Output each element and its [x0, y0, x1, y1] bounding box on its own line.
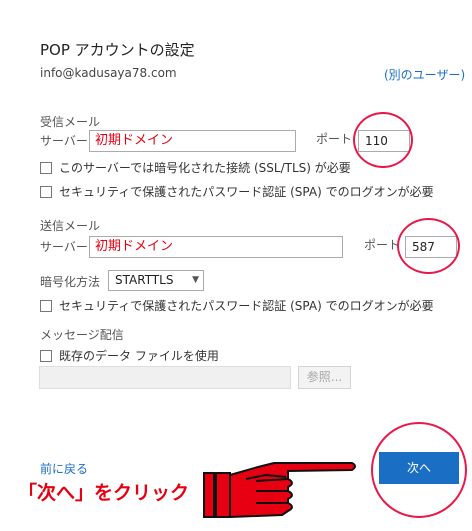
- outgoing-server-label: サーバー: [40, 240, 88, 254]
- outgoing-port-input[interactable]: 587: [405, 236, 457, 258]
- account-email: info@kadusaya78.com: [40, 66, 177, 80]
- incoming-server-input[interactable]: 初期ドメイン: [89, 130, 296, 152]
- incoming-port-label: ポート: [316, 132, 353, 146]
- incoming-server-label: サーバー: [40, 134, 88, 148]
- incoming-port-input[interactable]: 110: [358, 130, 410, 152]
- outgoing-spa-checkbox[interactable]: [40, 299, 52, 312]
- incoming-spa-checkbox[interactable]: [40, 185, 52, 198]
- outgoing-spa-checkbox-label: セキュリティで保護されたパスワード認証 (SPA) でのログオンが必要: [59, 299, 434, 313]
- encryption-label: 暗号化方法: [40, 275, 101, 289]
- encryption-select[interactable]: STARTTLS ▼: [108, 270, 204, 291]
- existing-file-checkbox-row[interactable]: 既存のデータ ファイルを使用: [40, 347, 219, 364]
- next-button[interactable]: 次へ: [379, 452, 459, 484]
- outgoing-port-label: ポート: [364, 238, 401, 252]
- outgoing-server-input[interactable]: 初期ドメイン: [89, 236, 343, 258]
- pointing-hand-icon: [203, 462, 356, 518]
- back-link[interactable]: 前に戻る: [40, 460, 88, 477]
- ssl-checkbox-row[interactable]: このサーバーでは暗号化された接続 (SSL/TLS) が必要: [40, 159, 351, 176]
- existing-file-checkbox[interactable]: [40, 349, 52, 362]
- ssl-checkbox[interactable]: [40, 161, 52, 174]
- callout-text: 「次へ」をクリック: [18, 482, 190, 504]
- ssl-checkbox-label: このサーバーでは暗号化された接続 (SSL/TLS) が必要: [59, 161, 351, 175]
- outgoing-section-label: 送信メール: [40, 219, 101, 233]
- existing-file-checkbox-label: 既存のデータ ファイルを使用: [59, 349, 219, 363]
- outgoing-spa-checkbox-row[interactable]: セキュリティで保護されたパスワード認証 (SPA) でのログオンが必要: [40, 297, 434, 314]
- data-file-path-input: [39, 366, 291, 389]
- page-title: POP アカウントの設定: [40, 41, 195, 59]
- delivery-section-label: メッセージ配信: [40, 328, 124, 342]
- other-user-link[interactable]: (別のユーザー): [384, 66, 465, 83]
- browse-button: 参照...: [298, 366, 351, 389]
- encryption-select-value: STARTTLS: [115, 273, 174, 287]
- incoming-section-label: 受信メール: [40, 115, 101, 129]
- chevron-down-icon: ▼: [192, 275, 199, 285]
- incoming-spa-checkbox-row[interactable]: セキュリティで保護されたパスワード認証 (SPA) でのログオンが必要: [40, 183, 434, 200]
- incoming-spa-checkbox-label: セキュリティで保護されたパスワード認証 (SPA) でのログオンが必要: [59, 185, 434, 199]
